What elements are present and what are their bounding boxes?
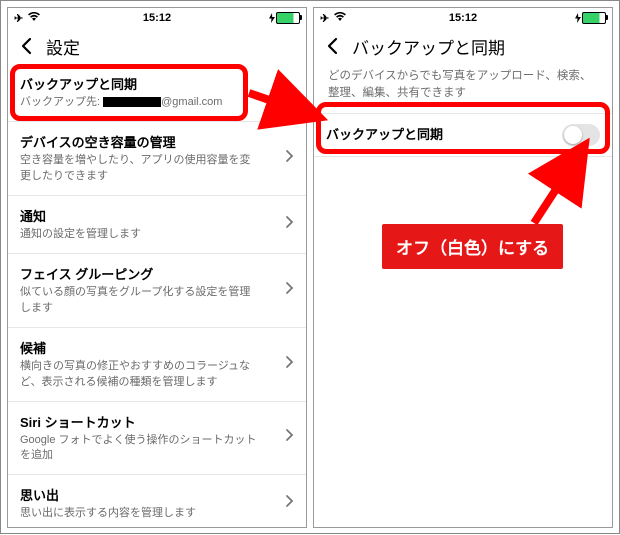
row-face-grouping[interactable]: フェイス グルーピング 似ている顔の写真をグループ化する設定を管理します [8,254,306,328]
row-subtitle: 横向きの写真の修正やおすすめのコラージュなど、表示される候補の種類を管理します [20,359,261,391]
battery-charging-icon [575,12,606,24]
page-title: バックアップと同期 [352,34,505,59]
backup-sync-toggle[interactable] [562,124,600,146]
wifi-icon [27,11,41,25]
page-title: 設定 [46,34,80,59]
row-title: 思い出 [20,485,261,504]
chevron-right-icon [285,215,294,234]
status-time: 15:12 [74,12,240,24]
row-backup-sync[interactable]: バックアップと同期 バックアップ先: @gmail.com [8,64,306,122]
wifi-icon [333,11,347,25]
row-title: デバイスの空き容量の管理 [20,132,261,151]
row-siri-shortcuts[interactable]: Siri ショートカット Google フォトでよく使う操作のショートカットを追… [8,402,306,476]
chevron-right-icon [285,494,294,513]
app-header: 設定 [8,28,306,64]
row-title: バックアップと同期 [326,124,538,143]
chevron-right-icon [285,355,294,374]
back-icon[interactable] [16,36,36,56]
row-subtitle: バックアップ先: @gmail.com [20,95,261,111]
redacted-email [103,97,161,107]
row-notifications[interactable]: 通知 通知の設定を管理します [8,196,306,254]
row-title: 候補 [20,338,261,357]
row-suggestions[interactable]: 候補 横向きの写真の修正やおすすめのコラージュなど、表示される候補の種類を管理し… [8,328,306,402]
chevron-right-icon [285,83,294,102]
row-title: フェイス グルーピング [20,264,261,283]
row-title: 通知 [20,206,261,225]
page-description: どのデバイスからでも写真をアップロード、検索、整理、編集、共有できます [314,64,612,113]
airplane-mode-icon: ✈ [14,12,23,25]
row-memories[interactable]: 思い出 思い出に表示する内容を管理します [8,475,306,528]
row-storage[interactable]: デバイスの空き容量の管理 空き容量を増やしたり、アプリの使用容量を変更したりでき… [8,122,306,196]
row-backup-sync-toggle[interactable]: バックアップと同期 [314,113,612,157]
row-title: バックアップと同期 [20,74,261,93]
row-title: Siri ショートカット [20,412,261,431]
chevron-right-icon [285,149,294,168]
app-header: バックアップと同期 [314,28,612,64]
airplane-mode-icon: ✈ [320,12,329,25]
row-subtitle: 思い出に表示する内容を管理します [20,506,261,522]
row-subtitle: 似ている顔の写真をグループ化する設定を管理します [20,285,261,317]
annotation-callout: オフ（白色）にする [382,224,563,269]
phone-settings: ✈ 15:12 設定 バックアップと同期 [7,7,307,528]
battery-charging-icon [269,12,300,24]
row-subtitle: 空き容量を増やしたり、アプリの使用容量を変更したりできます [20,153,261,185]
row-subtitle: Google フォトでよく使う操作のショートカットを追加 [20,433,261,465]
chevron-right-icon [285,281,294,300]
status-bar: ✈ 15:12 [8,8,306,28]
chevron-right-icon [285,428,294,447]
status-bar: ✈ 15:12 [314,8,612,28]
back-icon[interactable] [322,36,342,56]
status-time: 15:12 [380,12,546,24]
row-subtitle: 通知の設定を管理します [20,227,261,243]
